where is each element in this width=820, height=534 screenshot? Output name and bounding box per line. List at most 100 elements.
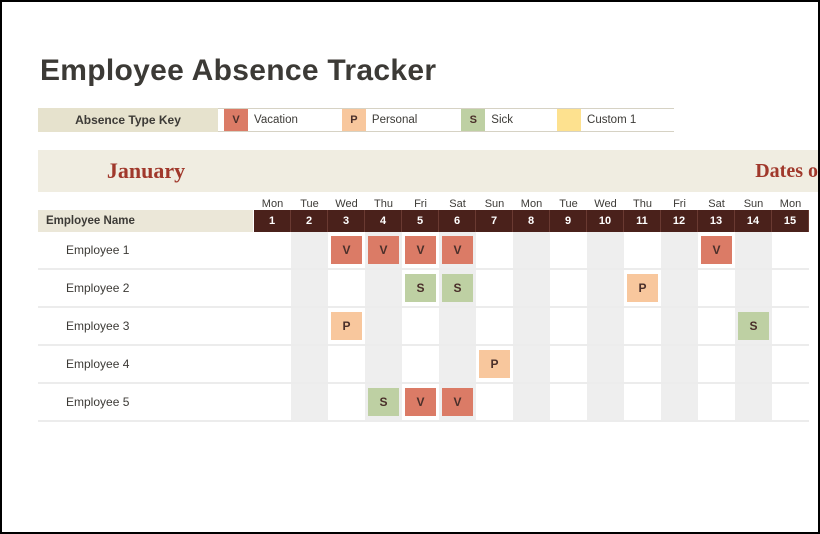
day-cell[interactable] (513, 384, 550, 422)
day-cell[interactable] (439, 308, 476, 346)
day-cell[interactable] (254, 346, 291, 384)
dow-label: Tue (291, 192, 328, 210)
day-cell[interactable] (624, 346, 661, 384)
day-cell[interactable] (402, 308, 439, 346)
day-cell[interactable] (513, 270, 550, 308)
day-cell[interactable] (513, 308, 550, 346)
day-cell[interactable]: P (328, 308, 365, 346)
legend-item-personal: P Personal (336, 108, 455, 132)
absence-badge: V (701, 236, 732, 264)
legend-text-personal: Personal (372, 114, 455, 126)
absence-badge: S (405, 274, 436, 302)
day-cell[interactable] (550, 384, 587, 422)
dow-label: Sat (439, 192, 476, 210)
day-cell[interactable] (476, 232, 513, 270)
day-cell[interactable] (550, 346, 587, 384)
absence-badge: P (479, 350, 510, 378)
day-cell[interactable] (365, 346, 402, 384)
day-cell[interactable] (772, 346, 809, 384)
day-cell[interactable] (661, 384, 698, 422)
day-cell[interactable]: S (735, 308, 772, 346)
day-cell[interactable] (735, 270, 772, 308)
dow-label: Sun (476, 192, 513, 210)
day-cell[interactable] (439, 346, 476, 384)
day-cell[interactable] (328, 346, 365, 384)
legend-row: Absence Type Key V Vacation P Personal S… (38, 108, 818, 132)
day-cell[interactable] (772, 308, 809, 346)
date-num: 9 (550, 210, 587, 232)
day-cell[interactable] (661, 232, 698, 270)
day-cell[interactable] (661, 308, 698, 346)
day-cell[interactable] (587, 308, 624, 346)
dates-heading: Dates o (254, 150, 818, 192)
date-num: 7 (476, 210, 513, 232)
day-cell[interactable] (698, 270, 735, 308)
day-cell[interactable] (254, 384, 291, 422)
day-cell[interactable]: V (439, 232, 476, 270)
day-cell[interactable]: S (439, 270, 476, 308)
legend-swatch-custom1 (557, 109, 581, 131)
day-cell[interactable] (735, 346, 772, 384)
legend-text-custom1: Custom 1 (587, 114, 674, 126)
day-cell[interactable] (772, 232, 809, 270)
day-cell[interactable]: V (402, 232, 439, 270)
day-cell[interactable] (476, 270, 513, 308)
day-cell[interactable] (587, 232, 624, 270)
legend-swatch-s: S (461, 109, 485, 131)
absence-badge: V (405, 388, 436, 416)
day-cell[interactable] (624, 384, 661, 422)
day-cell[interactable] (254, 308, 291, 346)
day-cell[interactable] (291, 346, 328, 384)
absence-badge: S (738, 312, 769, 340)
day-cell[interactable] (735, 232, 772, 270)
day-cell[interactable] (291, 270, 328, 308)
day-cell[interactable] (254, 232, 291, 270)
absence-badge: S (442, 274, 473, 302)
absence-badge: V (405, 236, 436, 264)
day-cell[interactable] (254, 270, 291, 308)
day-cell[interactable] (402, 346, 439, 384)
day-cell[interactable] (328, 384, 365, 422)
dow-label: Tue (550, 192, 587, 210)
day-cell[interactable] (698, 346, 735, 384)
day-cell[interactable] (587, 346, 624, 384)
day-cell[interactable] (476, 384, 513, 422)
day-cell[interactable]: V (698, 232, 735, 270)
day-cell[interactable] (772, 384, 809, 422)
day-cell[interactable]: V (402, 384, 439, 422)
day-cell[interactable] (550, 270, 587, 308)
day-cell[interactable] (291, 308, 328, 346)
day-cell[interactable] (550, 232, 587, 270)
day-cell[interactable] (513, 346, 550, 384)
day-cell[interactable] (291, 232, 328, 270)
day-cell[interactable] (513, 232, 550, 270)
day-cell[interactable]: P (476, 346, 513, 384)
day-cell[interactable]: V (365, 232, 402, 270)
day-cell[interactable] (624, 308, 661, 346)
day-cell[interactable]: V (439, 384, 476, 422)
dow-row: MonTueWedThuFriSatSunMonTueWedThuFriSatS… (38, 192, 818, 210)
day-cell[interactable] (661, 270, 698, 308)
day-cell[interactable] (735, 384, 772, 422)
day-cell[interactable] (328, 270, 365, 308)
day-cell[interactable] (365, 308, 402, 346)
date-num: 3 (328, 210, 365, 232)
day-cell[interactable]: P (624, 270, 661, 308)
day-cell[interactable] (291, 384, 328, 422)
calendar-grid: MonTueWedThuFriSatSunMonTueWedThuFriSatS… (38, 192, 818, 422)
day-cell[interactable] (587, 270, 624, 308)
day-cell[interactable] (661, 346, 698, 384)
employee-name-header: Employee Name (38, 210, 254, 232)
day-cell[interactable]: S (365, 384, 402, 422)
day-cell[interactable] (476, 308, 513, 346)
day-cell[interactable] (365, 270, 402, 308)
day-cell[interactable] (772, 270, 809, 308)
day-cell[interactable] (698, 308, 735, 346)
day-cell[interactable] (587, 384, 624, 422)
day-cell[interactable]: S (402, 270, 439, 308)
day-cell[interactable] (624, 232, 661, 270)
day-cell[interactable] (698, 384, 735, 422)
employee-row: Employee 4P (38, 346, 818, 384)
day-cell[interactable]: V (328, 232, 365, 270)
day-cell[interactable] (550, 308, 587, 346)
